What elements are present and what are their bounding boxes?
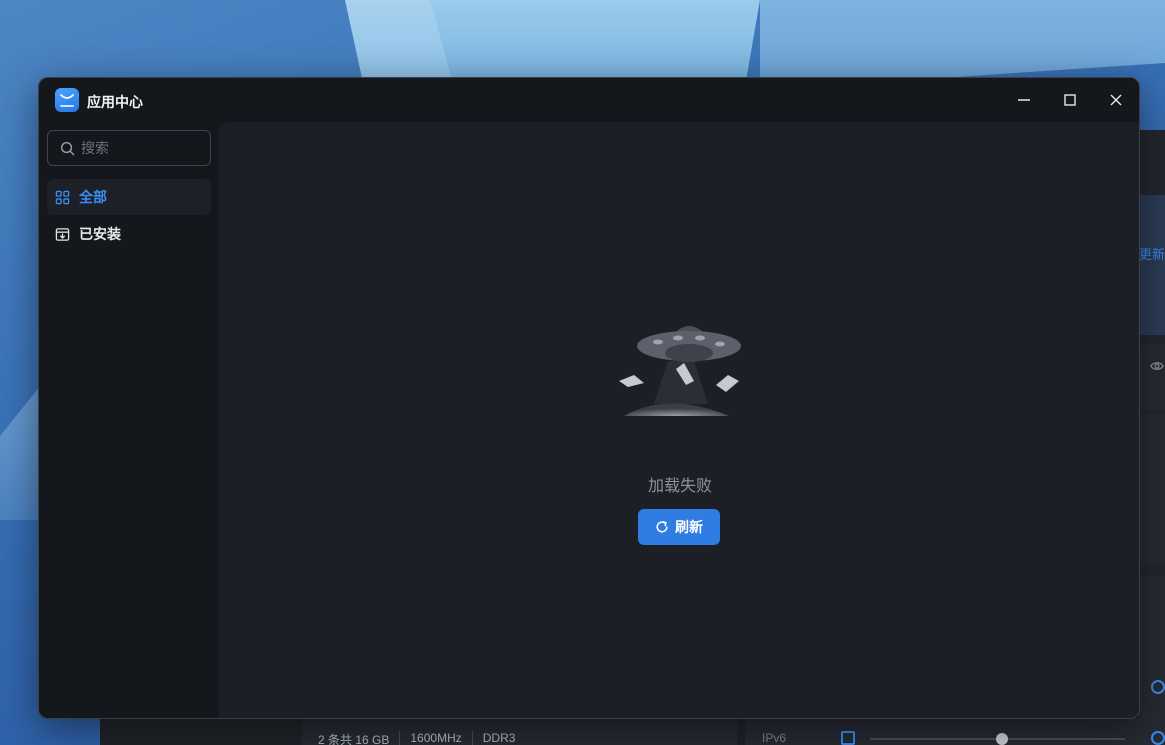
search-input[interactable] (81, 140, 201, 156)
eye-icon[interactable] (1150, 358, 1164, 374)
memory-info: 2 条共 16 GB 1600MHz DDR3 (318, 731, 525, 745)
sidebar-item-installed[interactable]: 已安装 (47, 216, 211, 252)
background-update-link[interactable]: 更新 (1139, 244, 1165, 263)
memory-frequency: 1600MHz (399, 731, 471, 745)
window-title: 应用中心 (87, 94, 143, 110)
sidebar: 全部 已安装 (39, 122, 219, 718)
app-center-window: 应用中心 搜索 全部 已安装 加载失败 刷新 (38, 77, 1140, 719)
sidebar-item-label: 已安装 (79, 226, 121, 242)
close-button[interactable] (1101, 86, 1131, 114)
installed-box-icon (55, 227, 70, 241)
ipv6-label: IPv6 (762, 731, 787, 745)
book-icon[interactable] (841, 731, 855, 745)
ufo-error-illustration (619, 326, 741, 416)
memory-type: DDR3 (471, 731, 526, 745)
refresh-button[interactable]: 刷新 (638, 509, 720, 545)
refresh-icon (656, 521, 668, 533)
search-icon (60, 141, 75, 155)
refresh-button-label: 刷新 (675, 519, 703, 535)
minimize-icon (1018, 99, 1030, 101)
memory-slots: 2 条共 16 GB (318, 733, 390, 745)
sidebar-item-all[interactable]: 全部 (47, 179, 211, 215)
network-info-bar (745, 718, 1138, 745)
background-panel (1138, 575, 1165, 745)
background-slider-handle[interactable] (996, 733, 1008, 745)
close-icon (1110, 94, 1122, 106)
app-store-logo-icon (55, 88, 79, 112)
maximize-icon (1064, 94, 1076, 106)
minimize-button[interactable] (1009, 86, 1039, 114)
title-bar[interactable]: 应用中心 (39, 78, 1139, 122)
maximize-button[interactable] (1055, 86, 1085, 114)
globe-icon[interactable] (1151, 731, 1165, 745)
grid-icon (55, 190, 70, 204)
search-box[interactable] (47, 130, 211, 166)
sidebar-item-label: 全部 (79, 189, 107, 205)
load-failed-message: 加载失败 (647, 478, 712, 495)
background-panel (1138, 415, 1165, 565)
background-panel (1138, 195, 1165, 335)
globe-icon[interactable] (1151, 680, 1165, 694)
main-content: 加载失败 刷新 (219, 122, 1139, 718)
background-panel (1138, 345, 1165, 410)
